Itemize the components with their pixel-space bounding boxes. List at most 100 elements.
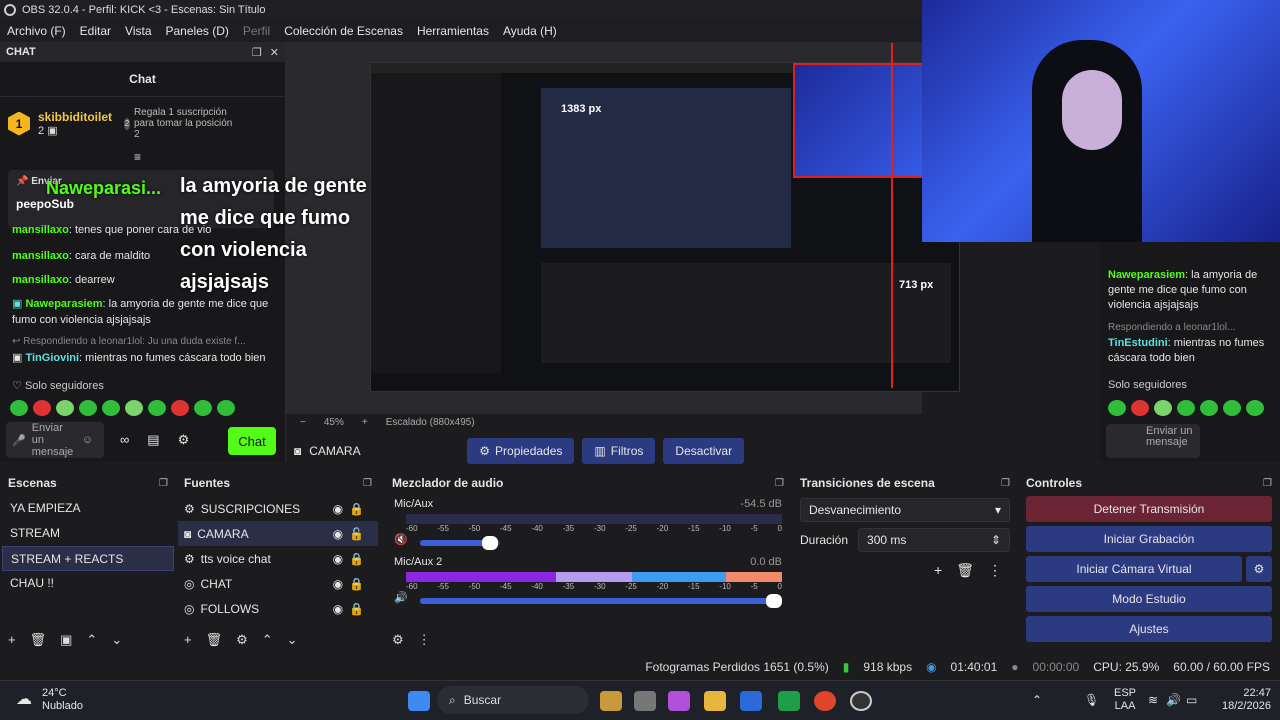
lock-icon[interactable]: 🔓 [349, 527, 364, 541]
emote[interactable] [217, 400, 235, 416]
eye-icon[interactable]: ◉ [333, 602, 343, 616]
settings-button[interactable]: Ajustes [1026, 616, 1272, 642]
chat-user[interactable]: mansillaxo [12, 224, 69, 236]
emote[interactable] [1223, 400, 1241, 416]
chat-input[interactable]: 🎤 Enviar un mensaje ☺ [6, 422, 104, 458]
taskbar-search[interactable]: ⌕ Buscar [437, 686, 589, 714]
clock[interactable]: 22:47 18/2/2026 [1222, 687, 1271, 713]
weather-widget[interactable]: 24°C Nublado [42, 687, 83, 713]
app-icon[interactable] [740, 691, 762, 711]
task-view-icon[interactable] [634, 691, 656, 711]
volume-icon[interactable]: 🔊 [1166, 693, 1181, 707]
zoom-out-icon[interactable]: − [300, 417, 306, 428]
source-item[interactable]: ⚙ SUSCRIPCIONES ◉ 🔒 [178, 496, 378, 521]
source-item[interactable]: ◎ FOLLOWS ◉ 🔒 [178, 596, 378, 621]
float-icon[interactable]: ❐ [775, 478, 784, 489]
copilot-icon[interactable] [668, 691, 690, 711]
gear-icon[interactable]: ⚙ [236, 632, 248, 648]
emote[interactable] [56, 400, 74, 416]
trash-icon[interactable]: 🗑 [30, 632, 47, 648]
tray-chevron-icon[interactable]: ⌃ [1032, 693, 1042, 707]
eye-icon[interactable]: ◉ [333, 577, 343, 591]
menu-ayuda[interactable]: Ayuda (H) [496, 24, 564, 38]
transition-select[interactable]: Desvanecimiento ▾ [800, 498, 1010, 522]
mic-icon[interactable]: 🎤 [12, 434, 26, 447]
up-icon[interactable]: ⌃ [86, 632, 97, 648]
scene-item[interactable]: CHAU !! [2, 571, 174, 596]
stop-streaming-button[interactable]: Detener Transmisión [1026, 496, 1272, 522]
input-language[interactable]: ESP LAA [1114, 687, 1136, 713]
deactivate-button[interactable]: Desactivar [663, 438, 745, 464]
webcam-source[interactable] [922, 0, 1280, 242]
source-item[interactable]: ◎ CHAT ◉ 🔒 [178, 571, 378, 596]
emote[interactable] [171, 400, 189, 416]
volume-slider[interactable] [419, 593, 782, 608]
close-icon[interactable]: ✕ [270, 46, 279, 59]
trash-icon[interactable]: 🗑 [956, 562, 974, 579]
emote[interactable] [10, 400, 28, 416]
chat-user[interactable]: TinEstudini [1108, 337, 1168, 349]
right-chat-input[interactable]: Enviar un mensaje [1106, 424, 1200, 458]
chat-user[interactable]: mansillaxo [12, 274, 69, 286]
eye-icon[interactable]: ◉ [333, 502, 343, 516]
scene-item-selected[interactable]: STREAM + REACTS [2, 546, 174, 571]
source-item[interactable]: ⚙ tts voice chat ◉ 🔒 [178, 546, 378, 571]
up-icon[interactable]: ⌃ [262, 632, 273, 648]
chat-send-button[interactable]: Chat [228, 427, 276, 455]
down-icon[interactable]: ⌄ [111, 632, 122, 648]
emote[interactable] [194, 400, 212, 416]
collapse-icon[interactable]: ≡ [134, 150, 141, 164]
menu-archivo[interactable]: Archivo (F) [0, 24, 73, 38]
float-icon[interactable]: ❐ [1263, 478, 1272, 489]
source-item-selected[interactable]: ◙ CAMARA ◉ 🔓 [178, 521, 378, 546]
duration-stepper[interactable]: 300 ms ⇕ [858, 528, 1010, 552]
chat-user[interactable]: TinGiovini [25, 352, 79, 364]
emote[interactable] [1200, 400, 1218, 416]
eye-icon[interactable]: ◉ [333, 552, 343, 566]
virtual-camera-button[interactable]: Iniciar Cámara Virtual [1026, 556, 1242, 582]
start-icon[interactable] [408, 691, 430, 711]
emote[interactable] [1154, 400, 1172, 416]
store-icon[interactable]: ▤ [147, 432, 159, 448]
float-icon[interactable]: ❐ [363, 478, 372, 489]
add-icon[interactable]: + [934, 562, 942, 579]
emote[interactable] [1131, 400, 1149, 416]
advanced-audio-icon[interactable]: ⚙ [392, 632, 404, 648]
start-recording-button[interactable]: Iniciar Grabación [1026, 526, 1272, 552]
gear-icon[interactable]: ⚙ [178, 432, 190, 448]
eye-icon[interactable]: ◉ [333, 527, 343, 541]
add-icon[interactable]: + [8, 632, 16, 648]
battery-icon[interactable]: ▭ [1186, 693, 1197, 707]
filters-button[interactable]: ▥ Filtros [582, 438, 656, 464]
chat-user[interactable]: Naweparasiem [25, 298, 102, 310]
lock-icon[interactable]: 🔒 [349, 602, 364, 616]
emote[interactable] [125, 400, 143, 416]
emote[interactable] [1246, 400, 1264, 416]
obs-taskbar-icon[interactable] [850, 691, 872, 711]
lock-icon[interactable]: 🔒 [349, 552, 364, 566]
emote[interactable] [148, 400, 166, 416]
lock-icon[interactable]: 🔒 [349, 577, 364, 591]
float-icon[interactable]: ❐ [159, 478, 168, 489]
emoji-icon[interactable]: ☺ [82, 434, 93, 446]
float-icon[interactable]: ❐ [1001, 478, 1010, 489]
emote[interactable] [1108, 400, 1126, 416]
menu-icon[interactable]: ⋮ [988, 562, 1002, 579]
volume-slider[interactable] [419, 535, 500, 550]
emote[interactable] [1177, 400, 1195, 416]
mic-tray-icon[interactable]: 🎙 [1084, 693, 1099, 707]
chat-user[interactable]: mansillaxo [12, 250, 69, 262]
menu-vista[interactable]: Vista [118, 24, 158, 38]
emote[interactable] [33, 400, 51, 416]
float-icon[interactable]: ❐ [252, 46, 262, 59]
studio-mode-button[interactable]: Modo Estudio [1026, 586, 1272, 612]
file-explorer-icon[interactable] [704, 691, 726, 711]
add-icon[interactable]: + [184, 632, 192, 648]
down-icon[interactable]: ⌄ [287, 632, 298, 648]
filter-icon[interactable]: ▣ [60, 632, 72, 648]
menu-icon[interactable]: ⋮ [418, 632, 431, 648]
menu-paneles[interactable]: Paneles (D) [159, 24, 236, 38]
menu-coleccion[interactable]: Colección de Escenas [277, 24, 410, 38]
scene-item[interactable]: YA EMPIEZA [2, 496, 174, 521]
trash-icon[interactable]: 🗑 [206, 632, 223, 648]
